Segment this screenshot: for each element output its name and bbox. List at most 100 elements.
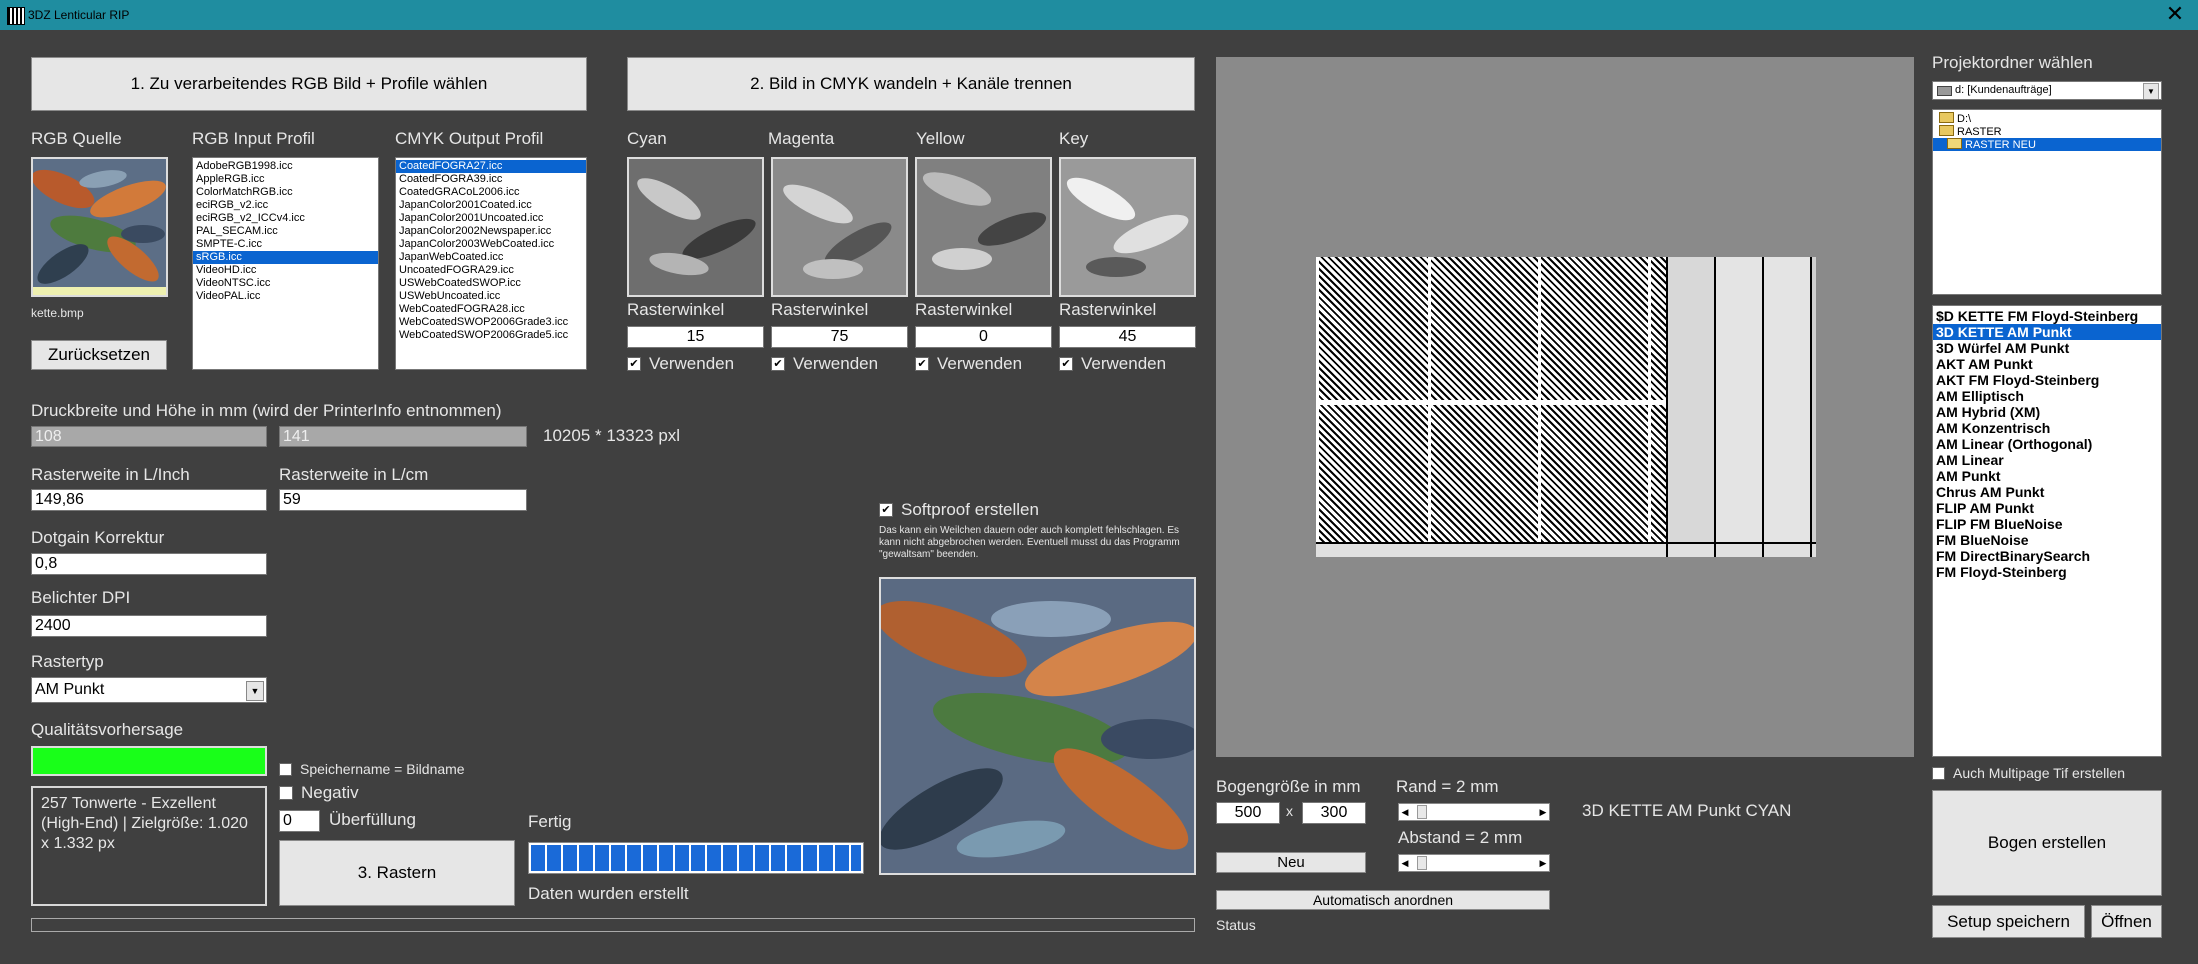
folder-tree[interactable]: D:\ RASTER RASTER NEU <box>1932 109 2162 295</box>
file-item[interactable]: AM Punkt <box>1933 468 2161 484</box>
file-item[interactable]: AKT FM Floyd-Steinberg <box>1933 372 2161 388</box>
cmyk-profile-item[interactable]: UncoatedFOGRA29.icc <box>396 264 586 277</box>
lcm-input[interactable]: 59 <box>279 489 527 511</box>
file-item[interactable]: FM DirectBinarySearch <box>1933 548 2161 564</box>
rgb-profile-list[interactable]: AdobeRGB1998.icc AppleRGB.icc ColorMatch… <box>192 157 379 370</box>
savename-checkbox[interactable]: Speichername = Bildname <box>279 761 465 777</box>
drive-icon <box>1937 86 1952 96</box>
file-item[interactable]: AM Konzentrisch <box>1933 420 2161 436</box>
rgb-profile-item[interactable]: AdobeRGB1998.icc <box>193 160 378 173</box>
file-item[interactable]: FM BlueNoise <box>1933 532 2161 548</box>
arrow-right-icon[interactable]: ▶ <box>1537 855 1549 871</box>
overfill-input[interactable]: 0 <box>279 810 320 832</box>
sheet-width-input[interactable]: 500 <box>1216 802 1280 824</box>
rgb-profile-item[interactable]: PAL_SECAM.icc <box>193 225 378 238</box>
convert-cmyk-button[interactable]: 2. Bild in CMYK wandeln + Kanäle trennen <box>627 57 1195 111</box>
file-item[interactable]: AM Linear <box>1933 452 2161 468</box>
angle-input-yellow[interactable]: 0 <box>915 326 1052 348</box>
rgb-profile-item[interactable]: eciRGB_v2_ICCv4.icc <box>193 212 378 225</box>
cmyk-profile-item[interactable]: JapanColor2001Coated.icc <box>396 199 586 212</box>
cmyk-profile-item[interactable]: CoatedFOGRA39.icc <box>396 173 586 186</box>
rgb-profile-item[interactable]: VideoNTSC.icc <box>193 277 378 290</box>
sheet-height-input[interactable]: 300 <box>1302 802 1366 824</box>
raster-button[interactable]: 3. Rastern <box>279 840 515 906</box>
project-file-list[interactable]: $D KETTE FM Floyd-Steinberg 3D KETTE AM … <box>1932 305 2162 757</box>
drive-select[interactable]: d: [Kundenaufträge] ▼ <box>1932 81 2162 100</box>
angle-input-magenta[interactable]: 75 <box>771 326 908 348</box>
file-item-selected[interactable]: 3D KETTE AM Punkt <box>1933 324 2161 340</box>
use-label: Verwenden <box>937 354 1023 373</box>
file-item[interactable]: FLIP FM BlueNoise <box>1933 516 2161 532</box>
softproof-checkbox[interactable]: ✔ Softproof erstellen <box>879 500 1039 520</box>
rgb-profile-item[interactable]: AppleRGB.icc <box>193 173 378 186</box>
file-item[interactable]: Chrus AM Punkt <box>1933 484 2161 500</box>
rgb-profile-item[interactable]: SMPTE-C.icc <box>193 238 378 251</box>
use-checkbox-magenta[interactable]: ✔ Verwenden <box>771 354 878 374</box>
arrow-left-icon[interactable]: ◀ <box>1399 855 1411 871</box>
create-sheet-button[interactable]: Bogen erstellen <box>1932 790 2162 896</box>
angle-label-cyan: Rasterwinkel <box>627 300 725 319</box>
angle-input-cyan[interactable]: 15 <box>627 326 764 348</box>
file-item[interactable]: FM Floyd-Steinberg <box>1933 564 2161 580</box>
rgb-source-thumbnail[interactable] <box>31 157 168 297</box>
raster-tiles <box>1316 257 1666 557</box>
reset-button[interactable]: Zurücksetzen <box>31 340 167 370</box>
done-label: Fertig <box>528 812 572 831</box>
file-item[interactable]: AM Hybrid (XM) <box>1933 404 2161 420</box>
cmyk-profile-item[interactable]: WebCoatedSWOP2006Grade5.icc <box>396 329 586 342</box>
rgb-profile-item-selected[interactable]: sRGB.icc <box>193 251 378 264</box>
spacing-slider-thumb[interactable] <box>1417 856 1427 870</box>
use-checkbox-cyan[interactable]: ✔ Verwenden <box>627 354 734 374</box>
softproof-note: Das kann ein Weilchen dauern oder auch k… <box>879 525 1180 560</box>
rgb-profile-item[interactable]: VideoHD.icc <box>193 264 378 277</box>
rgb-profile-item[interactable]: VideoPAL.icc <box>193 290 378 303</box>
folder-item-selected[interactable]: RASTER NEU <box>1933 138 2161 151</box>
file-item[interactable]: FLIP AM Punkt <box>1933 500 2161 516</box>
file-item[interactable]: AM Linear (Orthogonal) <box>1933 436 2161 452</box>
use-checkbox-yellow[interactable]: ✔ Verwenden <box>915 354 1022 374</box>
progress-fill <box>531 845 861 871</box>
negative-checkbox[interactable]: Negativ <box>279 783 359 803</box>
cmyk-profile-item[interactable]: CoatedGRACoL2006.icc <box>396 186 586 199</box>
cmyk-profile-item[interactable]: WebCoatedSWOP2006Grade3.icc <box>396 316 586 329</box>
cmyk-profile-item[interactable]: JapanColor2001Uncoated.icc <box>396 212 586 225</box>
dpi-input[interactable]: 2400 <box>31 615 267 637</box>
cmyk-profile-item[interactable]: JapanColor2003WebCoated.icc <box>396 238 586 251</box>
multipage-checkbox[interactable]: Auch Multipage Tif erstellen <box>1932 765 2125 781</box>
arrow-right-icon[interactable]: ▶ <box>1537 804 1549 820</box>
spacing-slider[interactable]: ◀ ▶ <box>1398 854 1550 872</box>
save-setup-button[interactable]: Setup speichern <box>1932 905 2085 938</box>
cmyk-profile-item[interactable]: JapanWebCoated.icc <box>396 251 586 264</box>
open-button[interactable]: Öffnen <box>2091 905 2162 938</box>
file-item[interactable]: AKT AM Punkt <box>1933 356 2161 372</box>
chevron-down-icon[interactable]: ▼ <box>246 681 264 701</box>
margin-slider-thumb[interactable] <box>1417 805 1427 819</box>
auto-arrange-button[interactable]: Automatisch anordnen <box>1216 890 1550 910</box>
cmyk-profile-item[interactable]: USWebUncoated.icc <box>396 290 586 303</box>
cmyk-profile-list[interactable]: CoatedFOGRA27.icc CoatedFOGRA39.icc Coat… <box>395 157 587 370</box>
cmyk-profile-item[interactable]: USWebCoatedSWOP.icc <box>396 277 586 290</box>
rastertype-select[interactable]: AM Punkt ▼ <box>31 677 267 703</box>
file-item[interactable]: AM Elliptisch <box>1933 388 2161 404</box>
source-filename: kette.bmp <box>31 306 84 320</box>
lpi-input[interactable]: 149,86 <box>31 489 267 511</box>
arrow-left-icon[interactable]: ◀ <box>1399 804 1411 820</box>
rgb-profile-item[interactable]: ColorMatchRGB.icc <box>193 186 378 199</box>
select-rgb-image-button[interactable]: 1. Zu verarbeitendes RGB Bild + Profile … <box>31 57 587 111</box>
angle-input-key[interactable]: 45 <box>1059 326 1196 348</box>
folder-item[interactable]: D:\ <box>1933 112 2161 125</box>
new-sheet-button[interactable]: Neu <box>1216 852 1366 873</box>
chevron-down-icon[interactable]: ▼ <box>2143 83 2159 99</box>
angle-label-magenta: Rasterwinkel <box>771 300 869 319</box>
margin-slider[interactable]: ◀ ▶ <box>1398 803 1550 821</box>
rgb-profile-item[interactable]: eciRGB_v2.icc <box>193 199 378 212</box>
file-item[interactable]: 3D Würfel AM Punkt <box>1933 340 2161 356</box>
close-icon[interactable]: ✕ <box>2152 0 2198 30</box>
cmyk-profile-item[interactable]: WebCoatedFOGRA28.icc <box>396 303 586 316</box>
use-checkbox-key[interactable]: ✔ Verwenden <box>1059 354 1166 374</box>
dotgain-input[interactable]: 0,8 <box>31 553 267 575</box>
cmyk-profile-item-selected[interactable]: CoatedFOGRA27.icc <box>396 160 586 173</box>
file-item[interactable]: $D KETTE FM Floyd-Steinberg <box>1933 308 2161 324</box>
cmyk-profile-item[interactable]: JapanColor2002Newspaper.icc <box>396 225 586 238</box>
folder-item[interactable]: RASTER <box>1933 125 2161 138</box>
